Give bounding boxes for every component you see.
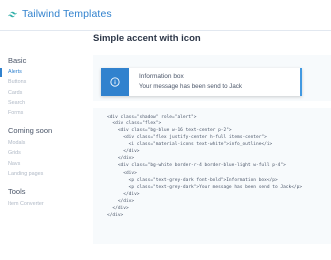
sidebar-item-cards[interactable]: Cards <box>8 90 22 96</box>
sidebar-section-coming-soon: Coming soon <box>8 126 53 135</box>
active-indicator <box>0 68 2 77</box>
code-line: <p class="text-grey-dark">Your message h… <box>107 185 303 190</box>
code-line: </div> <box>107 206 129 211</box>
code-line: <div class="bg-blue w-16 text-center p-2… <box>107 128 232 133</box>
sidebar-item-navs[interactable]: Navs <box>8 161 20 167</box>
code-line: </div> <box>107 156 135 161</box>
code-line: <div class="bg-white border-r-4 border-b… <box>107 163 286 168</box>
alert-title: Information box <box>139 73 184 80</box>
sidebar-item-item-converter[interactable]: Item Converter <box>8 201 44 207</box>
alert-preview: Information box Your message has been se… <box>93 55 331 101</box>
sidebar-item-landing-pages[interactable]: Landing pages <box>8 171 43 177</box>
code-line: <i class="material-icons text-white">inf… <box>107 142 273 147</box>
code-line: </div> <box>107 149 140 154</box>
page-title: Simple accent with icon <box>93 33 201 44</box>
alert-icon-panel <box>101 68 129 96</box>
info-outline-icon <box>110 77 120 87</box>
code-line: <div class="flex"> <box>107 121 162 126</box>
alert-message: Your message has been send to Jack <box>139 83 242 90</box>
tailwind-logo-icon[interactable] <box>7 9 18 20</box>
sidebar-section-tools: Tools <box>8 187 26 196</box>
code-line: <p class="text-grey-dark font-bold">Info… <box>107 178 278 183</box>
sidebar-section-basic: Basic <box>8 56 27 65</box>
code-line: <div> <box>107 171 137 176</box>
top-bar: Tailwind Templates <box>0 0 331 31</box>
sidebar-item-modals[interactable]: Modals <box>8 140 25 146</box>
code-line: <div class="flex justify-center h-full i… <box>107 135 267 140</box>
sidebar-item-search[interactable]: Search <box>8 100 25 106</box>
sidebar: Basic Alerts Buttons Cards Search Forms … <box>0 31 86 260</box>
sidebar-item-forms[interactable]: Forms <box>8 110 23 116</box>
info-alert: Information box Your message has been se… <box>101 68 302 96</box>
code-line: </div> <box>107 192 140 197</box>
code-line: </div> <box>107 213 124 218</box>
brand-title[interactable]: Tailwind Templates <box>22 8 112 20</box>
sidebar-item-buttons[interactable]: Buttons <box>8 79 26 85</box>
code-block: <div class="shadow" role="alert"> <div c… <box>93 108 331 244</box>
code-line: </div> <box>107 199 135 204</box>
sidebar-item-alerts[interactable]: Alerts <box>8 69 22 75</box>
sidebar-item-grids[interactable]: Grids <box>8 150 21 156</box>
